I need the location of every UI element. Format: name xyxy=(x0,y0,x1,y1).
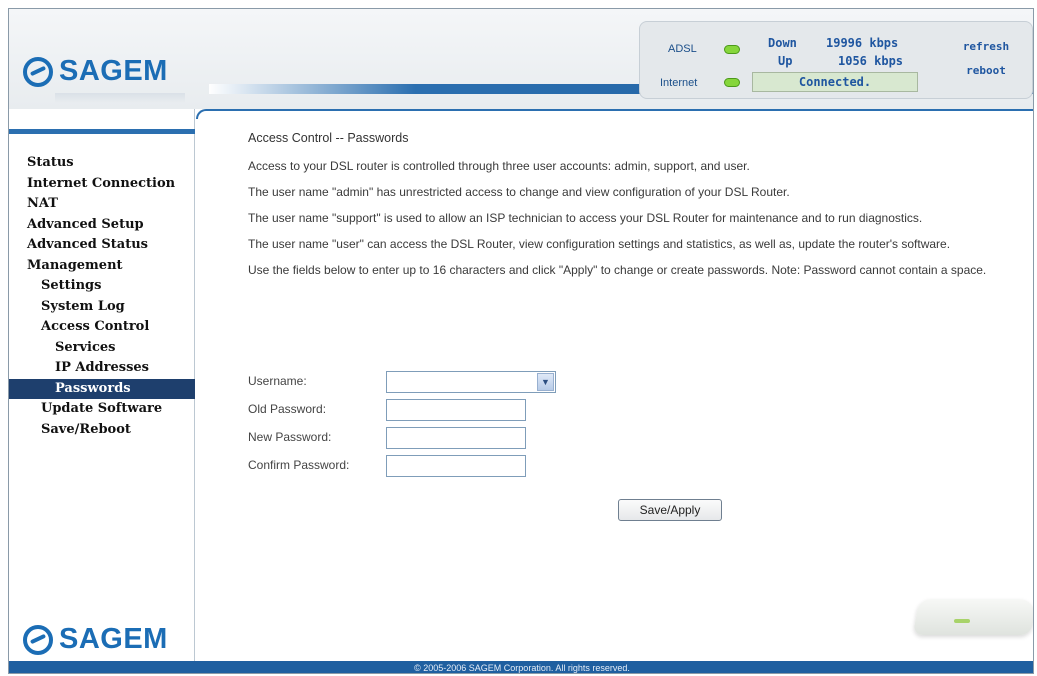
router-body xyxy=(912,599,1033,635)
logo-reflection xyxy=(55,93,185,103)
username-select[interactable]: ▼ xyxy=(386,371,556,393)
internet-led-icon xyxy=(724,78,740,87)
sidebar-item-settings[interactable]: Settings xyxy=(9,276,195,297)
user-paragraph: The user name "user" can access the DSL … xyxy=(248,237,951,251)
old-password-label: Old Password: xyxy=(248,402,327,416)
save-apply-button[interactable]: Save/Apply xyxy=(618,499,722,521)
sidebar-item-advanced-status[interactable]: Advanced Status xyxy=(9,235,195,256)
instructions-paragraph: Use the fields below to enter up to 16 c… xyxy=(248,263,987,277)
content-text: Access Control -- Passwords Access to yo… xyxy=(248,131,988,289)
connection-status: Connected. xyxy=(752,72,918,92)
sidebar-item-update-software[interactable]: Update Software xyxy=(9,399,195,420)
sidebar-item-advanced-setup[interactable]: Advanced Setup xyxy=(9,215,195,236)
sagem-logo: SAGEM xyxy=(23,55,168,88)
sidebar-item-save-reboot[interactable]: Save/Reboot xyxy=(9,420,195,441)
footer: © 2005-2006 SAGEM Corporation. All right… xyxy=(9,661,1033,673)
username-label: Username: xyxy=(248,374,307,388)
internet-label: Internet xyxy=(660,77,698,89)
confirm-password-label: Confirm Password: xyxy=(248,458,350,472)
old-password-field[interactable] xyxy=(386,399,526,421)
down-label: Down xyxy=(768,36,797,50)
content-border xyxy=(196,109,1033,119)
router-admin-window: SAGEM ADSL Internet Down 19996 kbps Up 1… xyxy=(8,8,1034,674)
sidebar-item-passwords[interactable]: Passwords xyxy=(9,378,195,399)
sagem-logo-bottom: SAGEM xyxy=(23,623,168,656)
sidebar-item-system-log[interactable]: System Log xyxy=(9,297,195,318)
connection-status-panel: ADSL Internet Down 19996 kbps Up 1056 kb… xyxy=(639,21,1033,99)
sidebar-item-management[interactable]: Management xyxy=(9,256,195,277)
brand-name-bottom: SAGEM xyxy=(59,623,168,655)
main-content: Access Control -- Passwords Access to yo… xyxy=(196,109,1033,661)
adsl-label: ADSL xyxy=(668,43,697,55)
sidebar-top-line xyxy=(9,129,195,134)
router-led-icon xyxy=(954,619,970,623)
sagem-logo-icon xyxy=(23,56,53,87)
up-label: Up xyxy=(778,54,793,68)
router-device-image xyxy=(912,589,1033,639)
brand-name: SAGEM xyxy=(59,55,168,87)
down-rate: 19996 kbps xyxy=(826,36,899,50)
chevron-down-icon[interactable]: ▼ xyxy=(537,373,554,391)
new-password-field[interactable] xyxy=(386,427,526,449)
header: SAGEM ADSL Internet Down 19996 kbps Up 1… xyxy=(9,9,1033,109)
confirm-password-field[interactable] xyxy=(386,455,526,477)
up-rate: 1056 kbps xyxy=(838,54,904,68)
sidebar: Status Internet Connection NAT Advanced … xyxy=(9,109,195,661)
page-title: Access Control -- Passwords xyxy=(248,131,409,145)
adsl-led-icon xyxy=(724,45,740,54)
refresh-link[interactable]: refresh xyxy=(956,40,1016,53)
support-paragraph: The user name "support" is used to allow… xyxy=(248,211,923,225)
sidebar-item-nat[interactable]: NAT xyxy=(9,194,195,215)
sidebar-item-ip-addresses[interactable]: IP Addresses xyxy=(9,358,195,379)
intro-paragraph: Access to your DSL router is controlled … xyxy=(248,159,750,173)
sagem-logo-icon xyxy=(23,624,53,655)
sidebar-item-services[interactable]: Services xyxy=(9,338,195,359)
new-password-label: New Password: xyxy=(248,430,332,444)
sidebar-item-status[interactable]: Status xyxy=(9,153,195,174)
admin-paragraph: The user name "admin" has unrestricted a… xyxy=(248,185,790,199)
sidebar-nav: Status Internet Connection NAT Advanced … xyxy=(9,153,195,440)
sidebar-item-internet-connection[interactable]: Internet Connection xyxy=(9,174,195,195)
reboot-link[interactable]: reboot xyxy=(956,64,1016,77)
sidebar-item-access-control[interactable]: Access Control xyxy=(9,317,195,338)
